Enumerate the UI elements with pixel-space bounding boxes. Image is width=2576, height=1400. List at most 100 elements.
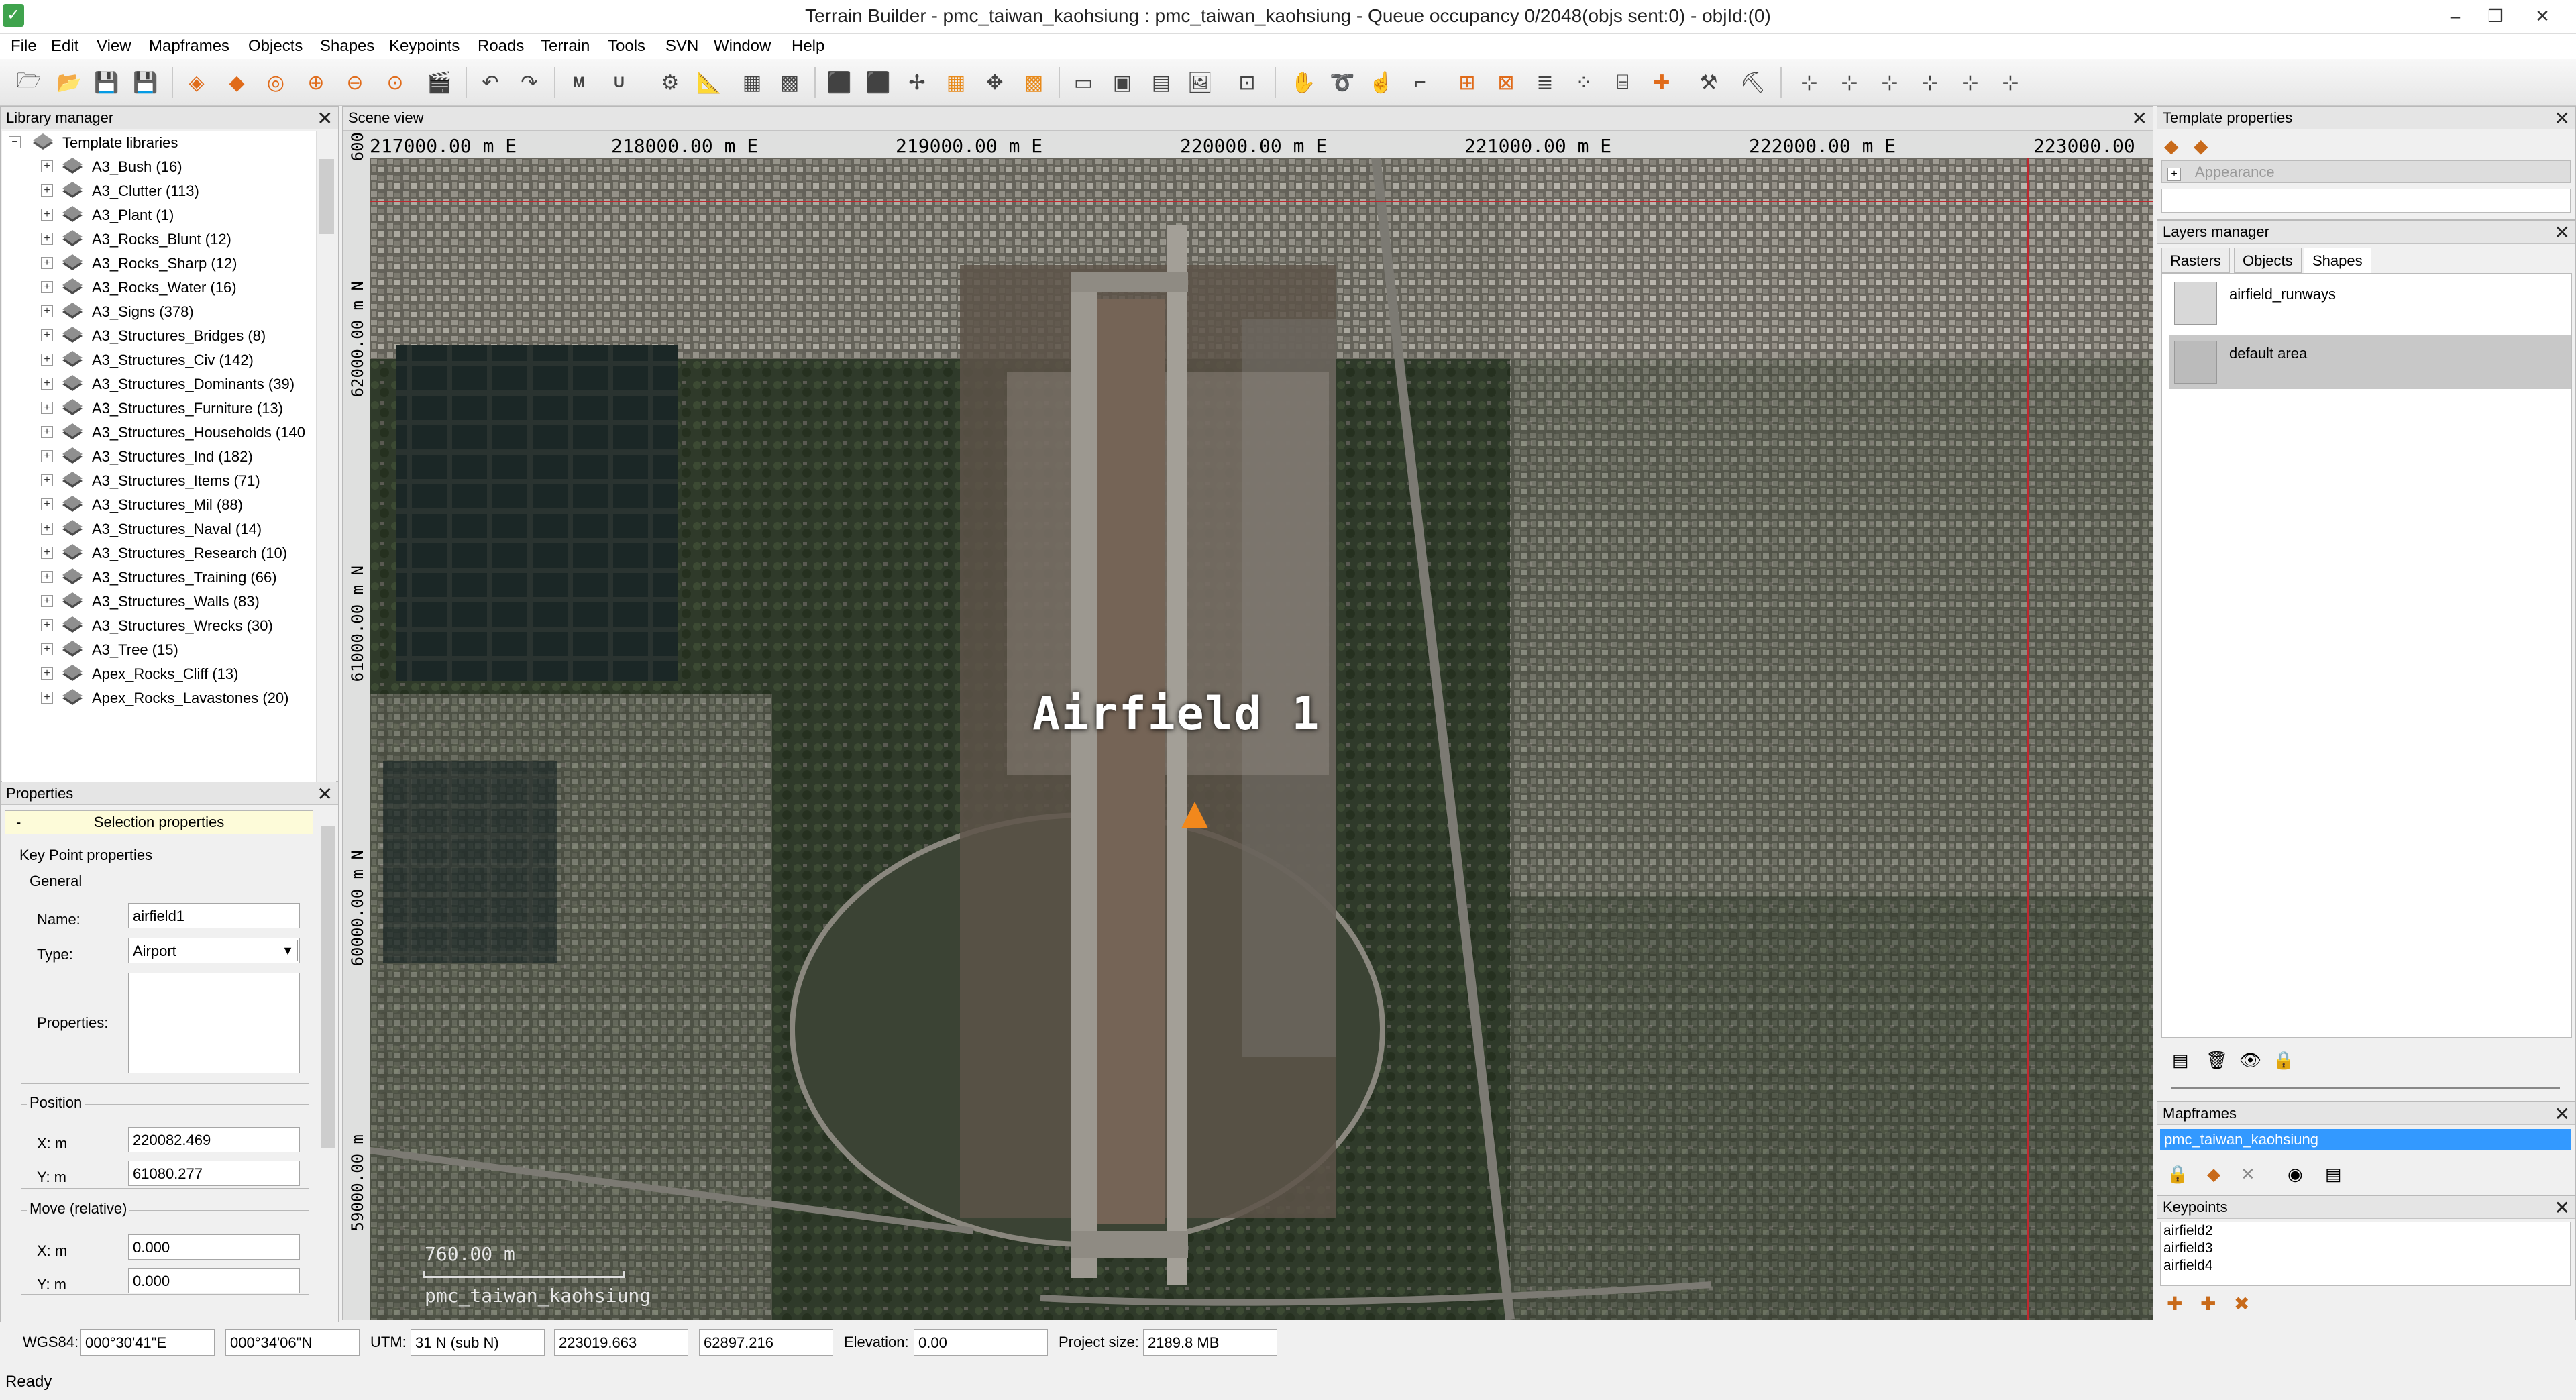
place-object-icon[interactable]: ✢ [902, 67, 932, 98]
tab-shapes[interactable]: Shapes [2304, 248, 2371, 273]
expand-icon[interactable]: + [41, 281, 53, 293]
tab-objects[interactable]: Objects [2234, 248, 2302, 273]
library-item[interactable]: + A3_Signs (378) [2, 300, 311, 324]
expand-icon[interactable]: + [41, 209, 53, 221]
menu-edit[interactable]: Edit [51, 37, 78, 56]
grid-icon[interactable]: ▦ [737, 67, 767, 98]
library-item[interactable]: + A3_Rocks_Water (16) [2, 276, 311, 300]
menu-svn[interactable]: SVN [665, 37, 698, 56]
menu-file[interactable]: File [11, 37, 37, 56]
minimize-button[interactable]: – [2435, 3, 2475, 30]
node-zoom-icon[interactable]: ⊹ [1874, 67, 1905, 98]
movie-icon[interactable]: 🎬 [424, 67, 455, 98]
mapframe-delete-icon[interactable]: ✕ [2241, 1164, 2255, 1185]
menu-view[interactable]: View [97, 37, 131, 56]
menu-objects[interactable]: Objects [248, 37, 303, 56]
expand-icon[interactable]: + [41, 257, 53, 269]
expand-icon[interactable]: + [41, 184, 53, 197]
library-item[interactable]: + A3_Plant (1) [2, 203, 311, 227]
mode-m-icon[interactable]: M [564, 67, 594, 98]
menu-roads[interactable]: Roads [478, 37, 524, 56]
template-property-field[interactable] [2161, 189, 2571, 213]
mapframe-view-icon[interactable]: ◉ [2288, 1164, 2303, 1185]
save-all-icon[interactable]: 💾 [130, 67, 161, 98]
move-y-input[interactable]: 0.000 [128, 1268, 300, 1293]
menu-tools[interactable]: Tools [608, 37, 645, 56]
menu-terrain[interactable]: Terrain [541, 37, 590, 56]
road-icon[interactable]: ⛏ [1737, 67, 1768, 98]
expand-icon[interactable]: + [41, 619, 53, 631]
close-icon[interactable]: ✕ [2555, 1197, 2570, 1219]
layer-row-selected[interactable]: default area [2169, 335, 2571, 389]
menu-shapes[interactable]: Shapes [320, 37, 374, 56]
close-icon[interactable]: ✕ [2555, 1103, 2570, 1125]
library-item[interactable]: + A3_Clutter (113) [2, 179, 311, 203]
undo-icon[interactable]: ↶ [475, 67, 506, 98]
add-keypoint-icon[interactable]: ✚ [1646, 67, 1677, 98]
library-item[interactable]: + A3_Structures_Research (10) [2, 541, 311, 566]
tools-icon[interactable]: ⚒ [1693, 67, 1724, 98]
scatter-icon[interactable]: ⁘ [1568, 67, 1599, 98]
library-item[interactable]: + Apex_Rocks_Cliff (13) [2, 662, 311, 686]
menu-mapframes[interactable]: Mapframes [149, 37, 229, 56]
delete-keypoint-icon[interactable]: ✖ [2234, 1293, 2249, 1315]
appearance-section[interactable]: + Appearance [2161, 160, 2571, 183]
library-item[interactable]: + A3_Structures_Dominants (39) [2, 372, 311, 396]
expand-icon[interactable]: + [41, 667, 53, 680]
mapframe-list-icon[interactable]: ▤ [2325, 1164, 2342, 1185]
project-size-field[interactable]: 2189.8 MB [1143, 1329, 1277, 1356]
library-item[interactable]: + A3_Bush (16) [2, 155, 311, 179]
expand-icon[interactable]: + [41, 450, 53, 462]
matrix-icon[interactable]: ▩ [1018, 67, 1049, 98]
library-item[interactable]: + A3_Structures_Walls (83) [2, 590, 311, 614]
expand-icon[interactable]: + [41, 426, 53, 438]
template-stack-icon[interactable]: ◆ [2194, 135, 2208, 157]
library-item[interactable]: + A3_Structures_Items (71) [2, 469, 311, 493]
expand-icon[interactable]: + [41, 692, 53, 704]
move-x-input[interactable]: 0.000 [128, 1234, 300, 1260]
library-item[interactable]: + A3_Structures_Mil (88) [2, 493, 311, 517]
lock-icon[interactable]: 🔒 [2273, 1050, 2294, 1071]
keypoint-item[interactable]: airfield4 [2163, 1257, 2567, 1275]
frame-icon[interactable]: ⊡ [1232, 67, 1263, 98]
utm-zone-field[interactable]: 31 N (sub N) [411, 1329, 545, 1356]
elevation-field[interactable]: 0.00 [914, 1329, 1048, 1356]
library-item[interactable]: + A3_Tree (15) [2, 638, 311, 662]
selection-properties-header[interactable]: - Selection properties [5, 810, 313, 834]
hand-icon[interactable]: ✋ [1288, 67, 1319, 98]
delete-layer-icon[interactable]: 🗑 [2206, 1050, 2228, 1071]
layer-opacity-slider[interactable] [2171, 1087, 2560, 1089]
node-delete-icon[interactable]: ⊹ [1995, 67, 2026, 98]
align-icon[interactable]: ≣ [1529, 67, 1560, 98]
mode-u-icon[interactable]: U [604, 67, 635, 98]
collapse-icon[interactable]: − [9, 136, 21, 148]
mapframe-export-icon[interactable]: ◆ [2207, 1164, 2220, 1185]
zoom-select-icon[interactable]: ◎ [260, 67, 291, 98]
collapse-icon[interactable]: - [16, 811, 21, 834]
expand-icon[interactable]: + [41, 233, 53, 245]
expand-icon[interactable]: + [2167, 168, 2181, 181]
keypoint-item[interactable]: airfield2 [2163, 1222, 2567, 1240]
position-x-input[interactable]: 220082.469 [128, 1127, 300, 1152]
library-item[interactable]: + A3_Rocks_Sharp (12) [2, 252, 311, 276]
node-link-icon[interactable]: ⊹ [1955, 67, 1986, 98]
close-icon[interactable]: ✕ [2555, 107, 2570, 129]
utm-x-field[interactable]: 223019.663 [554, 1329, 688, 1356]
map-canvas[interactable]: 217000.00 m E 218000.00 m E 219000.00 m … [343, 131, 2153, 1320]
stairs-icon[interactable]: ⌸ [1607, 67, 1638, 98]
node-move-icon[interactable]: ⊹ [1834, 67, 1865, 98]
array-icon[interactable]: ▦ [941, 67, 971, 98]
close-icon[interactable]: ✕ [2132, 107, 2147, 129]
grid-fine-icon[interactable]: ▩ [774, 67, 805, 98]
keypoint-item[interactable]: airfield3 [2163, 1240, 2567, 1257]
add-keypoint-icon[interactable]: ✚ [2167, 1293, 2182, 1315]
library-item[interactable]: + A3_Structures_Naval (14) [2, 517, 311, 541]
new-project-icon[interactable]: 🗁 [13, 67, 44, 98]
expand-icon[interactable]: + [41, 643, 53, 655]
template-layers-icon[interactable]: ◆ [2164, 135, 2179, 157]
library-item[interactable]: + A3_Structures_Training (66) [2, 566, 311, 590]
redo-icon[interactable]: ↷ [514, 67, 545, 98]
tab-rasters[interactable]: Rasters [2161, 248, 2230, 273]
path-icon[interactable]: ⌐ [1405, 67, 1436, 98]
menu-window[interactable]: Window [714, 37, 771, 56]
